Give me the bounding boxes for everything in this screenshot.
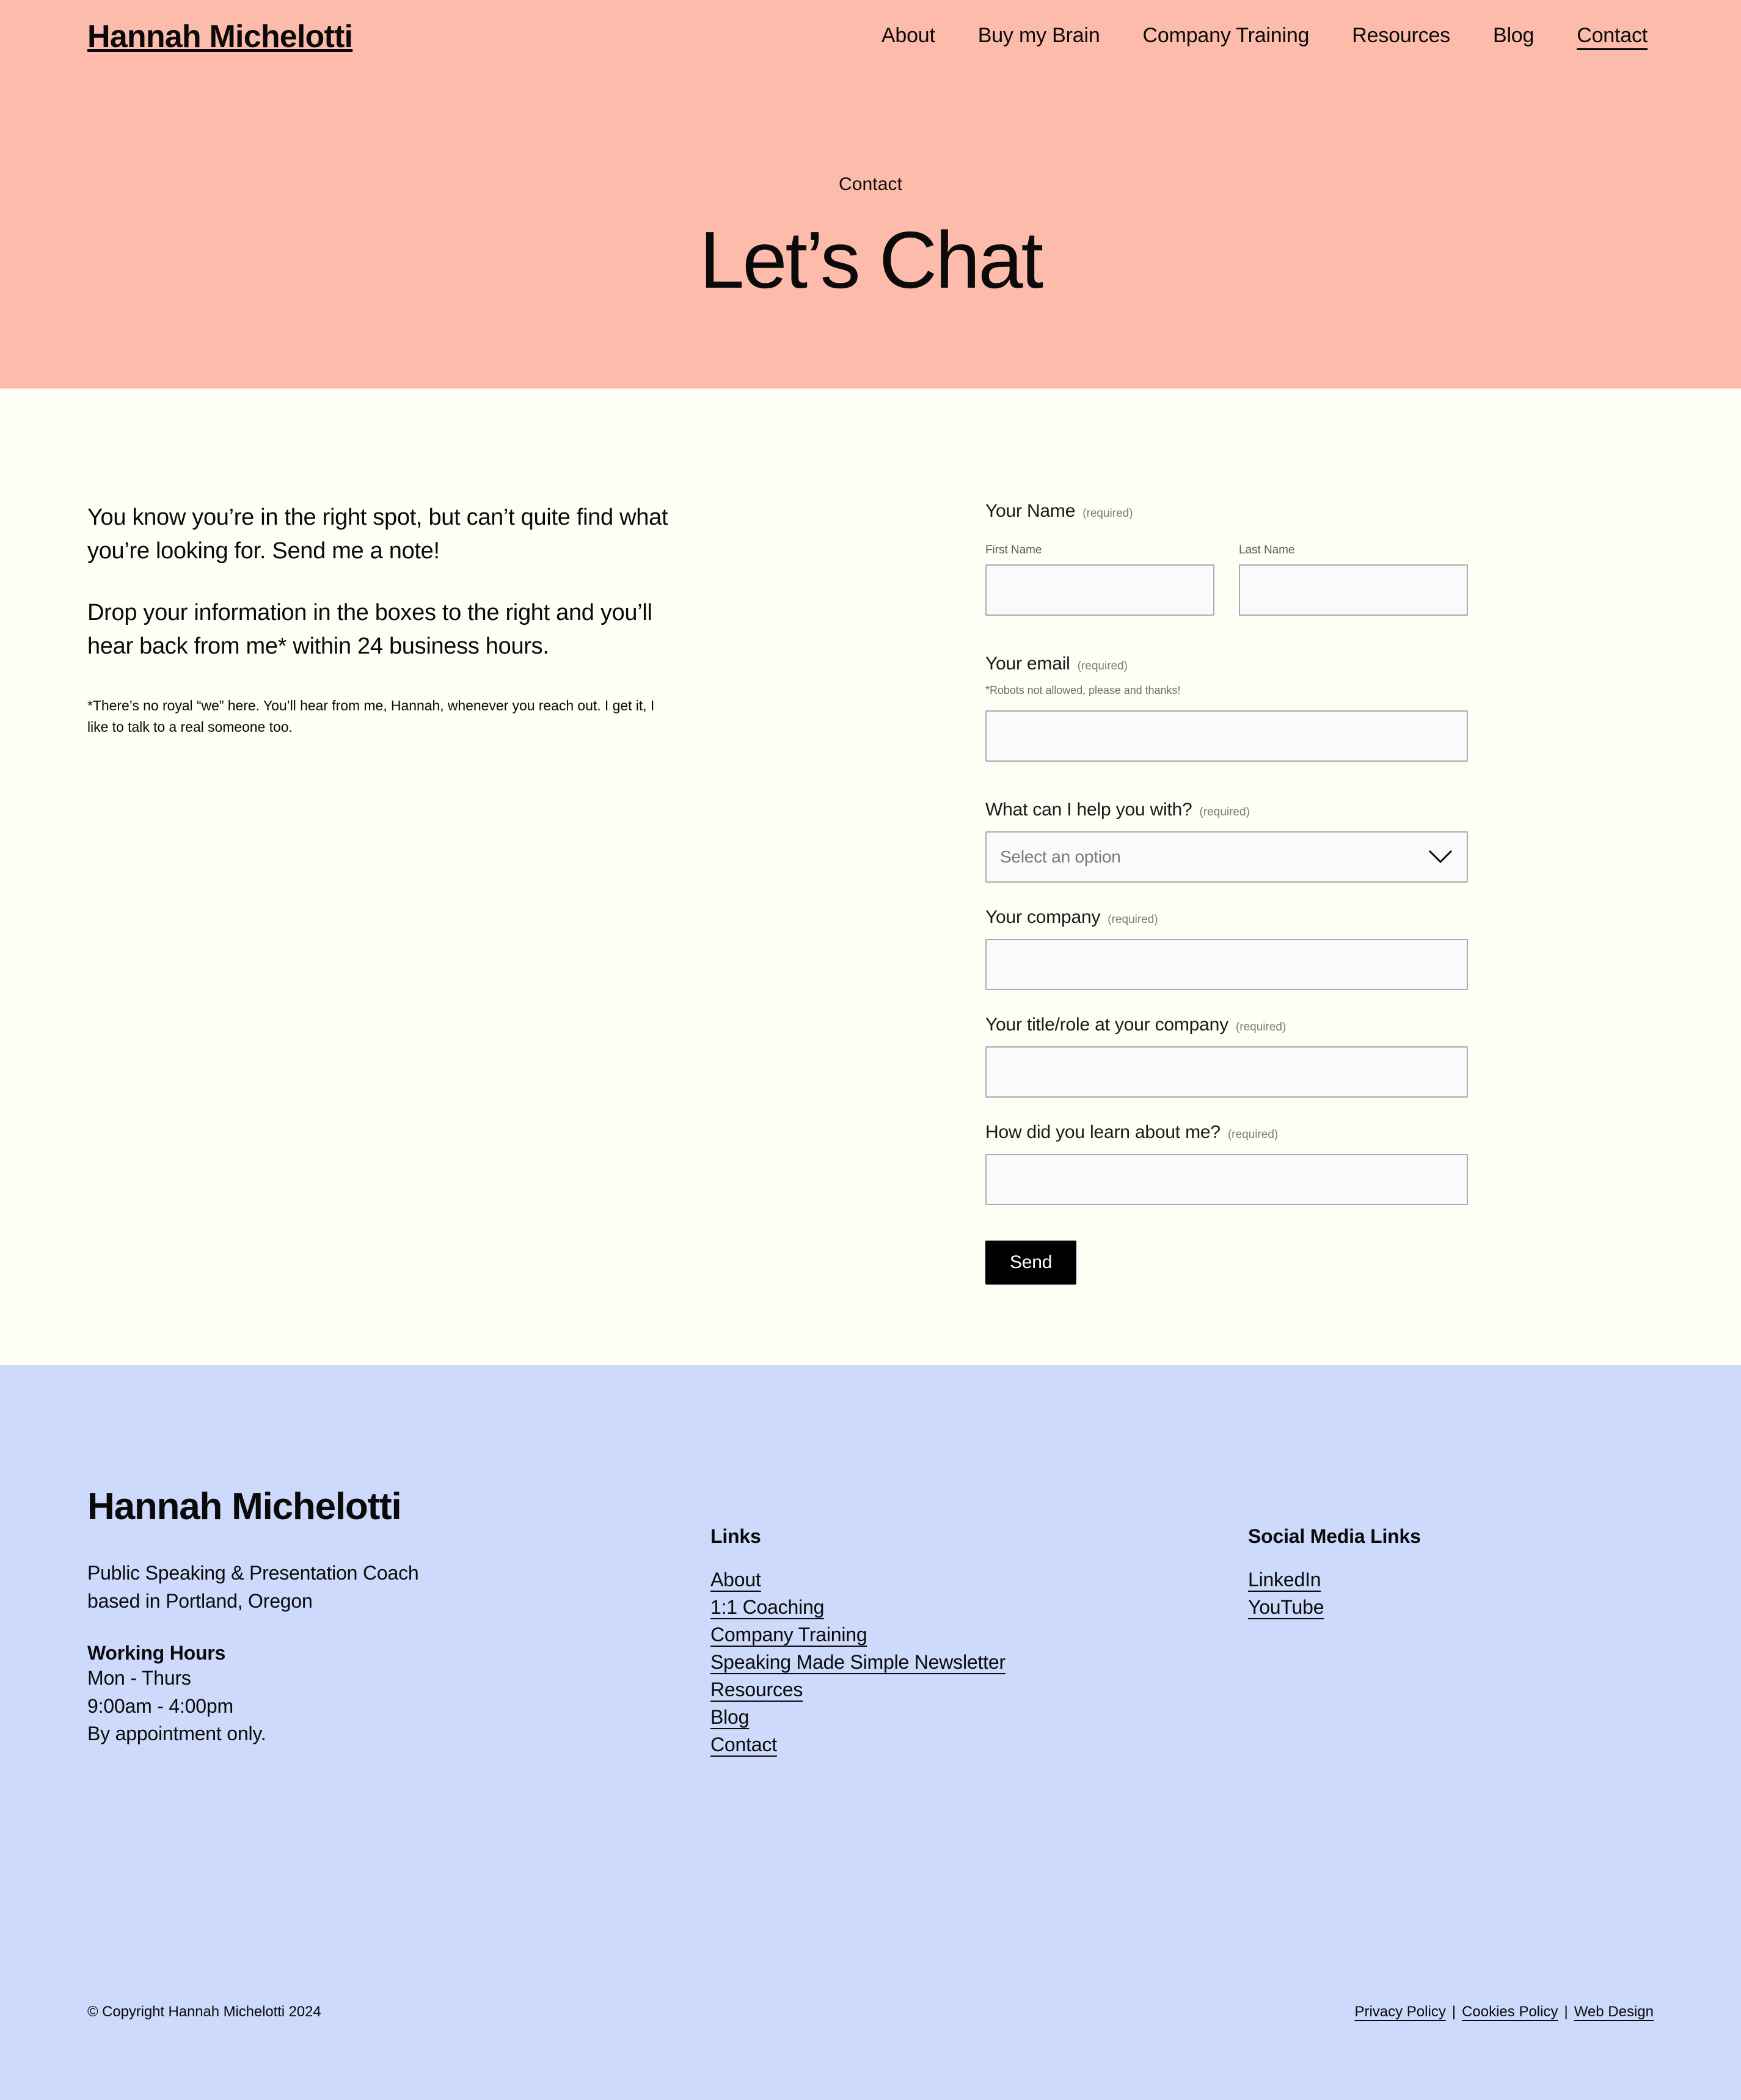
first-name-label: First Name	[985, 544, 1042, 556]
list-item: Speaking Made Simple Newsletter	[710, 1651, 1248, 1674]
learn-about-input[interactable]	[985, 1154, 1468, 1205]
page-title: Let’s Chat	[699, 215, 1043, 305]
footer-link-contact[interactable]: Contact	[710, 1734, 777, 1756]
legal-link-privacy-policy[interactable]: Privacy Policy	[1354, 2003, 1445, 2021]
list-item: YouTube	[1248, 1596, 1421, 1619]
help-with-selected-value: Select an option	[1000, 847, 1121, 866]
footer-link-company-training[interactable]: Company Training	[710, 1624, 867, 1646]
nav-item-contact[interactable]: Contact	[1577, 24, 1648, 50]
required-tag: (required)	[1235, 1021, 1287, 1034]
first-name-input[interactable]	[985, 564, 1214, 616]
your-email-label: Your email	[985, 654, 1070, 674]
field-learn-about: How did you learn about me? (required)	[985, 1122, 1468, 1205]
footer-link-1-1-coaching[interactable]: 1:1 Coaching	[710, 1596, 824, 1619]
working-hours-line-1: Mon - Thurs	[87, 1667, 191, 1690]
contact-page: Hannah Michelotti About Buy my Brain Com…	[0, 0, 1741, 2100]
required-tag: (required)	[1108, 913, 1158, 926]
footer-link-resources[interactable]: Resources	[710, 1679, 803, 1701]
nav-item-blog[interactable]: Blog	[1493, 24, 1534, 50]
list-item: Contact	[710, 1734, 1248, 1756]
title-role-label: Your title/role at your company	[985, 1015, 1228, 1035]
your-name-label: Your Name	[985, 501, 1076, 521]
hero-eyebrow: Contact	[838, 174, 903, 195]
footer-logo: Hannah Michelotti	[87, 1486, 402, 1528]
footer-tagline-line-2: based in Portland, Oregon	[87, 1589, 313, 1612]
footer-social-heading: Social Media Links	[1248, 1525, 1421, 1547]
required-tag: (required)	[1199, 806, 1250, 818]
field-your-name: Your Name (required) First Name Last Name	[985, 501, 1468, 616]
list-item: Resources	[710, 1679, 1248, 1701]
hero-content: Contact Let’s Chat	[0, 174, 1741, 303]
help-with-select[interactable]: Select an option	[985, 831, 1468, 883]
legal-link-web-design[interactable]: Web Design	[1574, 2003, 1654, 2021]
footer-link-linkedin[interactable]: LinkedIn	[1248, 1569, 1321, 1591]
footer-tagline-line-1: Public Speaking & Presentation Coach	[87, 1562, 419, 1584]
working-hours-line-2: 9:00am - 4:00pm	[87, 1694, 233, 1717]
intro-paragraph-1: You know you’re in the right spot, but c…	[87, 505, 668, 564]
nav-item-company-training[interactable]: Company Training	[1143, 24, 1310, 50]
intro-footnote: *There’s no royal “we” here. You’ll hear…	[87, 698, 655, 735]
site-header: Hannah Michelotti About Buy my Brain Com…	[0, 0, 1741, 54]
contact-form: Your Name (required) First Name Last Name	[796, 501, 1468, 1285]
primary-navigation: About Buy my Brain Company Training Reso…	[881, 24, 1654, 50]
company-input[interactable]	[985, 939, 1468, 990]
legal-link-cookies-policy[interactable]: Cookies Policy	[1462, 2003, 1558, 2021]
required-tag: (required)	[1077, 660, 1128, 673]
list-item: Company Training	[710, 1624, 1248, 1646]
working-hours-line-3: By appointment only.	[87, 1722, 266, 1745]
footer-links-column: Links About 1:1 Coaching Company Trainin…	[710, 1486, 1248, 1761]
last-name-input[interactable]	[1239, 564, 1468, 616]
chevron-down-icon	[1429, 850, 1452, 864]
your-company-label: Your company	[985, 907, 1101, 927]
footer-links-heading: Links	[710, 1525, 761, 1547]
list-item: Blog	[710, 1706, 1248, 1729]
footer-legal-bar: © Copyright Hannah Michelotti 2024 Priva…	[87, 2003, 1654, 2021]
field-your-email: Your email (required) *Robots not allowed…	[985, 654, 1468, 762]
nav-item-resources[interactable]: Resources	[1352, 24, 1450, 50]
footer-social-column: Social Media Links LinkedIn YouTube	[1248, 1486, 1421, 1761]
help-with-label: What can I help you with?	[985, 800, 1192, 820]
email-hint: *Robots not allowed, please and thanks!	[985, 684, 1181, 696]
site-footer: Hannah Michelotti Public Speaking & Pres…	[0, 1365, 1741, 2100]
working-hours-title: Working Hours	[87, 1642, 226, 1664]
list-item: 1:1 Coaching	[710, 1596, 1248, 1619]
footer-link-newsletter[interactable]: Speaking Made Simple Newsletter	[710, 1651, 1006, 1674]
site-logo[interactable]: Hannah Michelotti	[87, 19, 353, 54]
title-role-input[interactable]	[985, 1046, 1468, 1098]
required-tag: (required)	[1082, 507, 1133, 520]
email-input[interactable]	[985, 710, 1468, 762]
footer-link-about[interactable]: About	[710, 1569, 761, 1591]
footer-brand-column: Hannah Michelotti Public Speaking & Pres…	[87, 1486, 710, 1761]
nav-item-about[interactable]: About	[881, 24, 935, 50]
copyright-text: © Copyright Hannah Michelotti 2024	[87, 2003, 321, 2020]
field-title-role: Your title/role at your company (required…	[985, 1015, 1468, 1098]
nav-item-buy-my-brain[interactable]: Buy my Brain	[978, 24, 1100, 50]
legal-links: Privacy Policy | Cookies Policy | Web De…	[1354, 2003, 1654, 2021]
field-help-with: What can I help you with? (required) Sele…	[985, 800, 1468, 883]
last-name-label: Last Name	[1239, 544, 1295, 556]
first-name-cell: First Name	[985, 531, 1214, 616]
intro-column: You know you’re in the right spot, but c…	[87, 501, 796, 1285]
main-content: You know you’re in the right spot, but c…	[0, 388, 1741, 1365]
intro-paragraph-2: Drop your information in the boxes to th…	[87, 600, 652, 660]
legal-separator: |	[1564, 2003, 1568, 2020]
learn-about-label: How did you learn about me?	[985, 1122, 1221, 1142]
field-your-company: Your company (required)	[985, 907, 1468, 990]
list-item: LinkedIn	[1248, 1569, 1421, 1591]
footer-links-list: About 1:1 Coaching Company Training Spea…	[710, 1569, 1248, 1756]
hero-section: Hannah Michelotti About Buy my Brain Com…	[0, 0, 1741, 388]
send-button[interactable]: Send	[985, 1241, 1077, 1285]
footer-link-blog[interactable]: Blog	[710, 1706, 749, 1729]
required-tag: (required)	[1227, 1128, 1279, 1141]
legal-separator: |	[1451, 2003, 1456, 2020]
footer-link-youtube[interactable]: YouTube	[1248, 1596, 1324, 1619]
list-item: About	[710, 1569, 1248, 1591]
footer-social-list: LinkedIn YouTube	[1248, 1569, 1421, 1619]
last-name-cell: Last Name	[1239, 531, 1468, 616]
